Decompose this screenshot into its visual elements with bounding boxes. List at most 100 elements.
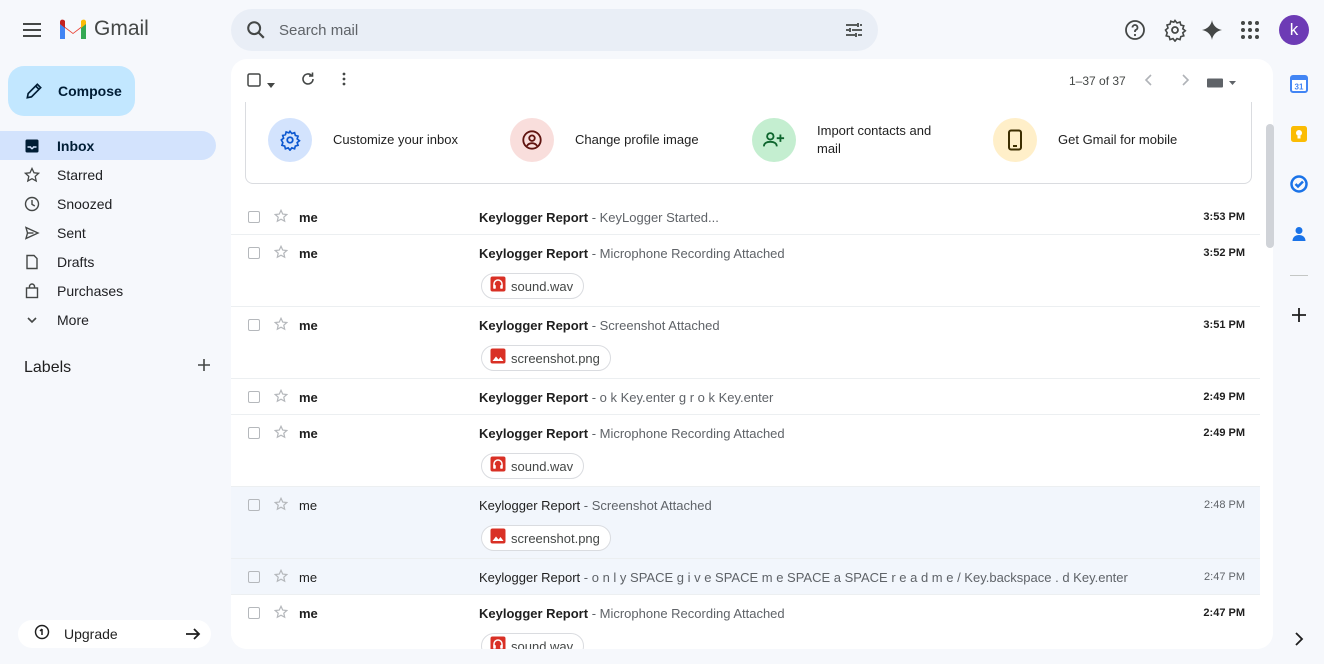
vertical-scrollbar[interactable] [1266,124,1274,248]
email-subject-line: Keylogger Report - Screenshot Attached [479,498,712,513]
email-row[interactable]: me Keylogger Report - o k Key.enter g r o… [231,379,1260,415]
select-dropdown-icon[interactable] [267,76,275,94]
email-sender: me [299,210,318,225]
attachment-chip[interactable]: sound.wav [481,453,585,479]
row-checkbox[interactable] [248,211,260,223]
compose-button[interactable]: Compose [8,66,135,116]
row-checkbox[interactable] [248,319,260,331]
email-subject-line: Keylogger Report - KeyLogger Started... [479,210,719,225]
email-subject: Keylogger Report [479,210,589,225]
promo-gmail-mobile[interactable]: Get Gmail for mobile [993,118,1188,162]
promo-customize-inbox[interactable]: Customize your inbox [268,118,463,162]
email-row[interactable]: me Keylogger Report - Screenshot Attached… [231,487,1260,559]
keep-icon[interactable] [1290,125,1308,143]
rail-divider [1290,275,1308,276]
promo-change-profile-image[interactable]: Change profile image [510,118,705,162]
more-options-icon[interactable] [336,71,352,92]
email-row[interactable]: me Keylogger Report - KeyLogger Started..… [231,199,1260,235]
row-checkbox[interactable] [248,391,260,403]
gmail-logo[interactable]: Gmail [58,17,149,41]
star-toggle-icon[interactable] [273,208,289,228]
sidebar-item-snoozed[interactable]: Snoozed [0,189,216,218]
email-subject: Keylogger Report [479,498,581,513]
calendar-icon[interactable]: 31 [1290,75,1308,93]
row-checkbox[interactable] [248,499,260,511]
list-toolbar: 1–37 of 37 [231,59,1273,102]
audio-file-icon [490,276,506,297]
sidebar-item-starred[interactable]: Starred [0,160,216,189]
contacts-icon[interactable] [1290,225,1308,243]
sidebar-item-drafts[interactable]: Drafts [0,247,216,276]
email-time: 2:48 PM [1204,499,1245,511]
email-snippet: - o k Key.enter g r o k Key.enter [588,390,774,405]
upgrade-button[interactable]: Upgrade [18,620,211,648]
gemini-sparkle-icon[interactable] [1200,18,1224,42]
expand-chevron-right-icon[interactable] [1290,630,1308,648]
hamburger-icon [23,23,41,37]
sidebar-item-label: Purchases [57,282,124,299]
row-checkbox[interactable] [248,247,260,259]
promo-import-contacts[interactable]: Import contacts and mail [752,118,947,162]
add-label-plus-icon[interactable] [196,357,212,378]
email-sender: me [299,246,318,261]
main-menu-button[interactable] [20,18,44,42]
star-toggle-icon[interactable] [273,604,289,624]
search-bar[interactable] [231,9,878,51]
newer-chevron-left-icon[interactable] [1143,72,1155,93]
promo-label: Import contacts and mail [817,123,932,156]
sidebar-item-inbox[interactable]: Inbox [0,131,216,160]
tasks-icon[interactable] [1290,175,1308,193]
star-toggle-icon[interactable] [273,496,289,516]
email-subject-line: Keylogger Report - Microphone Recording … [479,426,785,441]
email-row[interactable]: me Keylogger Report - o n l y SPACE g i v… [231,559,1260,595]
upgrade-label: Upgrade [64,626,118,642]
email-subject: Keylogger Report [479,318,589,333]
attachment-chip[interactable]: sound.wav [481,273,585,299]
promo-label: Change profile image [575,132,699,147]
star-toggle-icon[interactable] [273,244,289,264]
sidebar-nav: Inbox Starred Snoozed Sent Drafts Purcha… [0,131,216,334]
star-toggle-icon[interactable] [273,316,289,336]
email-subject: Keylogger Report [479,570,581,585]
row-checkbox[interactable] [248,607,260,619]
attachment-chip[interactable]: sound.wav [481,633,585,650]
attachment-name: sound.wav [511,638,574,650]
help-icon[interactable] [1123,18,1147,42]
add-plus-icon[interactable] [1290,306,1308,324]
attachment-name: screenshot.png [511,530,600,546]
star-toggle-icon[interactable] [273,388,289,408]
row-checkbox[interactable] [248,571,260,583]
search-options-icon[interactable] [844,20,864,45]
settings-gear-icon[interactable] [1163,18,1187,43]
arrow-right-icon [183,624,203,649]
attachment-chip[interactable]: screenshot.png [481,525,611,551]
apps-grid-icon[interactable] [1238,18,1262,42]
attachment-chip[interactable]: screenshot.png [481,345,611,371]
email-sender: me [299,390,318,405]
refresh-icon[interactable] [300,71,316,92]
account-avatar[interactable]: k [1279,15,1309,45]
search-input[interactable] [279,9,819,51]
select-all-checkbox[interactable] [247,73,261,92]
email-row[interactable]: me Keylogger Report - Screenshot Attached… [231,307,1260,379]
upgrade-circle-icon [34,624,50,645]
star-toggle-icon[interactable] [273,568,289,588]
email-snippet: - Microphone Recording Attached [588,246,785,261]
mail-panel: 1–37 of 37 Customize your inbox Change p… [231,59,1273,649]
clock-icon [24,196,40,212]
sidebar-item-purchases[interactable]: Purchases [0,276,216,305]
input-tools-keyboard-icon[interactable] [1207,75,1237,93]
sidebar-item-more[interactable]: More [0,305,216,334]
email-row[interactable]: me Keylogger Report - Microphone Recordin… [231,415,1260,487]
sidebar-item-sent[interactable]: Sent [0,218,216,247]
inbox-setup-promo: Customize your inbox Change profile imag… [245,102,1252,184]
email-sender: me [299,498,318,513]
email-time: 2:47 PM [1203,607,1245,619]
search-icon[interactable] [245,19,267,46]
older-chevron-right-icon[interactable] [1179,72,1191,93]
email-row[interactable]: me Keylogger Report - Microphone Recordin… [231,235,1260,307]
email-row[interactable]: me Keylogger Report - Microphone Recordin… [231,595,1260,649]
email-sender: me [299,606,318,621]
star-toggle-icon[interactable] [273,424,289,444]
row-checkbox[interactable] [248,427,260,439]
